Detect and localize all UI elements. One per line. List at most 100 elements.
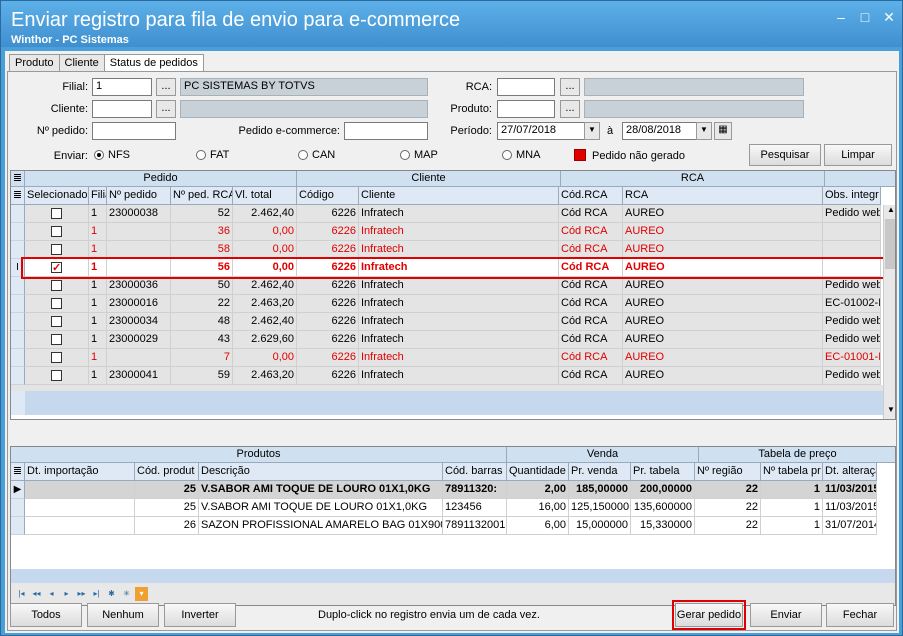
column-header[interactable]: Vl. total bbox=[233, 187, 297, 205]
table-row[interactable]: 1 23000038 52 2.462,40 6226 Infratech Cód RCA A… bbox=[11, 205, 883, 223]
cell-sel[interactable] bbox=[25, 331, 89, 349]
table-row[interactable]: 1 36 0,00 6226 Infratech Cód RCA AUREO bbox=[11, 223, 883, 241]
calendar-icon[interactable]: ▦ bbox=[714, 122, 732, 140]
table-row[interactable]: 26 SAZON PROFISSIONAL AMARELO BAG 01X900G… bbox=[11, 517, 895, 535]
periodo-to-input[interactable]: 28/08/2018 bbox=[622, 122, 698, 140]
enviar-button[interactable]: Enviar bbox=[750, 603, 822, 627]
column-header[interactable]: Nº pedido bbox=[107, 187, 171, 205]
radio-fat-circle[interactable] bbox=[196, 150, 206, 160]
table-row[interactable]: ▶ 25 V.SABOR AMI TOQUE DE LOURO 01X1,0KG 78… bbox=[11, 481, 895, 499]
row-checkbox[interactable] bbox=[51, 297, 62, 309]
fechar-button[interactable]: Fechar bbox=[826, 603, 894, 627]
filial-input[interactable]: 1 bbox=[92, 78, 152, 96]
radio-mna[interactable]: MNA bbox=[502, 149, 540, 161]
navigator-button-icon[interactable]: ✱ bbox=[105, 587, 118, 601]
row-checkbox[interactable] bbox=[51, 207, 62, 219]
column-header[interactable]: Cód. barras bbox=[443, 463, 507, 481]
cell-sel[interactable] bbox=[25, 367, 89, 385]
pedido-ecommerce-input[interactable] bbox=[344, 122, 428, 140]
navigator-button-icon[interactable]: ▸ bbox=[60, 587, 73, 601]
column-header[interactable]: Filial bbox=[89, 187, 107, 205]
row-checkbox[interactable] bbox=[51, 225, 62, 237]
navigator-button-icon[interactable]: ▸| bbox=[90, 587, 103, 601]
column-header[interactable]: Pr. tabela bbox=[631, 463, 695, 481]
column-header[interactable]: Descrição bbox=[199, 463, 443, 481]
column-header[interactable]: Pr. venda bbox=[569, 463, 631, 481]
navigator-button-icon[interactable]: ✳ bbox=[120, 587, 133, 601]
cell-sel[interactable] bbox=[25, 205, 89, 223]
filial-lookup-button[interactable]: ... bbox=[156, 78, 176, 96]
radio-fat[interactable]: FAT bbox=[196, 149, 229, 161]
inverter-button[interactable]: Inverter bbox=[164, 603, 236, 627]
produto-lookup-button[interactable]: ... bbox=[560, 100, 580, 118]
column-header[interactable]: Quantidade bbox=[507, 463, 569, 481]
table-row[interactable]: 1 23000036 50 2.462,40 6226 Infratech Cód RCA A… bbox=[11, 277, 883, 295]
table-row[interactable]: 1 23000041 59 2.463,20 6226 Infratech Cód RCA A… bbox=[11, 367, 883, 385]
column-header[interactable]: Nº tabela pr bbox=[761, 463, 823, 481]
todos-button[interactable]: Todos bbox=[10, 603, 82, 627]
periodo-from-dropdown-icon[interactable]: ▼ bbox=[584, 122, 600, 140]
column-header[interactable]: RCA bbox=[623, 187, 823, 205]
table-row[interactable]: 1 7 0,00 6226 Infratech Cód RCA AUREO EC-01001-… bbox=[11, 349, 883, 367]
table-row[interactable]: 1 23000029 43 2.629,60 6226 Infratech Cód RCA A… bbox=[11, 331, 883, 349]
restore-button[interactable]: □ bbox=[858, 9, 872, 26]
scroll-down-icon[interactable]: ▼ bbox=[884, 405, 895, 419]
limpar-button[interactable]: Limpar bbox=[824, 144, 892, 166]
row-checkbox[interactable] bbox=[51, 279, 62, 291]
navigator-button-icon[interactable]: ◂◂ bbox=[30, 587, 43, 601]
column-header[interactable]: Nº região bbox=[695, 463, 761, 481]
cliente-input[interactable] bbox=[92, 100, 152, 118]
cell-sel[interactable] bbox=[25, 223, 89, 241]
close-button[interactable]: ✕ bbox=[882, 9, 896, 26]
row-checkbox[interactable] bbox=[51, 333, 62, 345]
row-checkbox[interactable] bbox=[51, 351, 62, 363]
tab-cliente[interactable]: Cliente bbox=[58, 54, 105, 72]
cell-sel[interactable] bbox=[25, 295, 89, 313]
cell-sel[interactable] bbox=[25, 277, 89, 295]
table-row[interactable]: 25 V.SABOR AMI TOQUE DE LOURO 01X1,0KG 123… bbox=[11, 499, 895, 517]
rca-input[interactable] bbox=[497, 78, 555, 96]
column-header[interactable]: Nº ped. RCA bbox=[171, 187, 233, 205]
navigator-button-icon[interactable]: ▾ bbox=[135, 587, 148, 601]
column-header[interactable]: Dt. alteração bbox=[823, 463, 877, 481]
npedido-input[interactable] bbox=[92, 122, 176, 140]
vertical-scrollbar[interactable]: ▲ ▼ bbox=[883, 205, 895, 419]
radio-mna-circle[interactable] bbox=[502, 150, 512, 160]
products-grid[interactable]: Produtos Venda Tabela de preço ≣ Dt. importa… bbox=[10, 446, 896, 606]
column-header[interactable]: Obs. integr bbox=[823, 187, 881, 205]
navigator-button-icon[interactable]: ◂ bbox=[45, 587, 58, 601]
scroll-up-icon[interactable]: ▲ bbox=[884, 205, 895, 219]
column-header[interactable]: Cliente bbox=[359, 187, 559, 205]
radio-nfs-circle[interactable] bbox=[94, 150, 104, 160]
row-checkbox[interactable] bbox=[51, 243, 62, 255]
navigator-button-icon[interactable]: ▸▸ bbox=[75, 587, 88, 601]
periodo-to-dropdown-icon[interactable]: ▼ bbox=[696, 122, 712, 140]
cell-sel[interactable] bbox=[25, 313, 89, 331]
minimize-button[interactable]: ‒ bbox=[834, 9, 848, 26]
table-row[interactable]: 1 23000016 22 2.463,20 6226 Infratech Cód RCA A… bbox=[11, 295, 883, 313]
tab-produto[interactable]: Produto bbox=[9, 54, 60, 72]
row-checkbox[interactable] bbox=[51, 315, 62, 327]
radio-can[interactable]: CAN bbox=[298, 149, 335, 161]
radio-nfs[interactable]: NFS bbox=[94, 149, 130, 161]
table-row[interactable]: 1 23000034 48 2.462,40 6226 Infratech Cód RCA A… bbox=[11, 313, 883, 331]
radio-map-circle[interactable] bbox=[400, 150, 410, 160]
cell-sel[interactable] bbox=[25, 349, 89, 367]
nenhum-button[interactable]: Nenhum bbox=[87, 603, 159, 627]
orders-grid[interactable]: ≣PedidoClienteRCA≣SelecionadoFilialNº pe… bbox=[10, 170, 896, 420]
column-header[interactable]: Código bbox=[297, 187, 359, 205]
column-header[interactable]: Selecionado bbox=[25, 187, 89, 205]
rca-lookup-button[interactable]: ... bbox=[560, 78, 580, 96]
navigator-button-icon[interactable]: |◂ bbox=[15, 587, 28, 601]
column-header[interactable]: Cód. produt bbox=[135, 463, 199, 481]
produto-input[interactable] bbox=[497, 100, 555, 118]
column-header[interactable]: Dt. importação bbox=[25, 463, 135, 481]
radio-map[interactable]: MAP bbox=[400, 149, 438, 161]
radio-can-circle[interactable] bbox=[298, 150, 308, 160]
row-checkbox[interactable] bbox=[51, 369, 62, 381]
column-header[interactable]: Cód.RCA bbox=[559, 187, 623, 205]
cliente-lookup-button[interactable]: ... bbox=[156, 100, 176, 118]
scroll-thumb[interactable] bbox=[885, 219, 895, 269]
periodo-from-input[interactable]: 27/07/2018 bbox=[497, 122, 587, 140]
pesquisar-button[interactable]: Pesquisar bbox=[749, 144, 821, 166]
